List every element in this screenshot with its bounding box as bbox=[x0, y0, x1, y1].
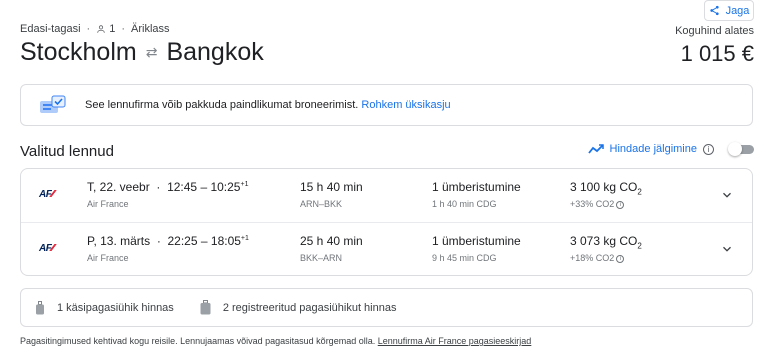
flight-route: BKK–ARN bbox=[300, 253, 343, 263]
baggage-footer: Pagasitingimused kehtivad kogu reisile. … bbox=[20, 336, 531, 346]
trip-type: Edasi-tagasi bbox=[20, 23, 81, 35]
layover-info: 1 h 40 min CDG bbox=[432, 199, 497, 209]
cabin-class: Äriklass bbox=[131, 23, 170, 35]
notice-text-line: See lennufirma võib pakkuda paindlikumat… bbox=[85, 99, 451, 111]
separator-dot: · bbox=[121, 23, 126, 35]
info-icon[interactable]: i bbox=[616, 200, 625, 209]
notice-text: See lennufirma võib pakkuda paindlikumat… bbox=[85, 99, 359, 111]
time-separator: – bbox=[200, 234, 211, 248]
carry-on-text: 1 käsipagasiühik hinnas bbox=[57, 301, 174, 314]
swap-arrows-icon: ⇄ bbox=[145, 44, 158, 60]
air-france-logo: AF⁄⁄ bbox=[39, 243, 54, 254]
emissions-subscript: 2 bbox=[637, 241, 642, 251]
day-offset: +1 bbox=[240, 181, 249, 188]
person-icon bbox=[97, 25, 105, 33]
info-icon[interactable]: i bbox=[616, 254, 625, 263]
price-tracking[interactable]: Hindade jälgimine i bbox=[587, 142, 754, 156]
departure-time: 22:25 bbox=[167, 234, 198, 248]
flight-date: T, 22. veebr bbox=[87, 180, 150, 194]
separator-dot: · bbox=[153, 180, 164, 194]
passenger-number: 1 bbox=[109, 23, 116, 35]
price-tracking-label: Hindade jälgimine bbox=[609, 143, 697, 155]
flight-route: ARN–BKK bbox=[300, 199, 343, 209]
emissions-delta-text: +18% CO2 bbox=[570, 253, 615, 263]
emissions-delta-text: +33% CO2 bbox=[570, 199, 615, 209]
flight-date: P, 13. märts bbox=[87, 234, 151, 248]
flight-times: T, 22. veebr · 12:45 – 10:25+1 bbox=[87, 180, 248, 194]
total-price: 1 015 € bbox=[680, 41, 754, 66]
route-title: Stockholm ⇄ Bangkok bbox=[20, 38, 264, 67]
airline-name: Air France bbox=[87, 253, 129, 263]
carry-on-bag-icon bbox=[36, 300, 44, 314]
checked-bag-item: 2 registreeritud pagasiühikut hinnas bbox=[200, 300, 397, 315]
emissions-subscript: 2 bbox=[637, 187, 642, 197]
trip-meta: Edasi-tagasi · 1 · Äriklass bbox=[20, 23, 170, 35]
baggage-info: 1 käsipagasiühik hinnas 2 registreeritud… bbox=[20, 288, 753, 327]
footer-text: Pagasitingimused kehtivad kogu reisile. … bbox=[20, 336, 376, 346]
share-label: Jaga bbox=[725, 4, 750, 17]
chevron-down-icon[interactable] bbox=[720, 188, 734, 202]
destination-city: Bangkok bbox=[166, 38, 264, 66]
arrival-time: 10:25 bbox=[210, 180, 241, 194]
arrival-time: 18:05 bbox=[210, 234, 241, 248]
flight-row[interactable]: AF⁄⁄ T, 22. veebr · 12:45 – 10:25+1 Air … bbox=[21, 169, 752, 223]
share-icon bbox=[709, 5, 719, 16]
separator-dot: · bbox=[86, 23, 91, 35]
flight-row[interactable]: AF⁄⁄ P, 13. märts · 22:25 – 18:05+1 Air … bbox=[21, 223, 752, 277]
booking-notice: See lennufirma võib pakkuda paindlikumat… bbox=[20, 84, 753, 126]
day-offset: +1 bbox=[240, 235, 249, 242]
share-button[interactable]: Jaga bbox=[704, 0, 754, 21]
checked-bag-text: 2 registreeritud pagasiühikut hinnas bbox=[222, 301, 397, 314]
separator-dot: · bbox=[153, 234, 165, 248]
passenger-count: 1 bbox=[96, 23, 115, 35]
emissions-value: 3 073 kg CO bbox=[570, 234, 638, 248]
flight-duration: 25 h 40 min bbox=[300, 234, 363, 248]
selected-flights-heading: Valitud lennud bbox=[20, 143, 114, 160]
price-trend-icon bbox=[587, 144, 604, 154]
chevron-down-icon[interactable] bbox=[720, 242, 734, 256]
emissions-delta: +18% CO2 i bbox=[570, 253, 625, 263]
emissions: 3 073 kg CO2 bbox=[570, 234, 642, 251]
baggage-policy-link[interactable]: Lennufirma Air France pagasieeskirjad bbox=[378, 336, 532, 346]
departure-time: 12:45 bbox=[167, 180, 198, 194]
total-price-label: Koguhind alates bbox=[675, 25, 754, 37]
flight-stops: 1 ümberistumine bbox=[432, 180, 521, 194]
time-separator: – bbox=[200, 180, 211, 194]
emissions: 3 100 kg CO2 bbox=[570, 180, 642, 197]
origin-city: Stockholm bbox=[20, 38, 137, 66]
more-details-link[interactable]: Rohkem üksikasju bbox=[361, 99, 450, 111]
carry-on-item: 1 käsipagasiühik hinnas bbox=[35, 300, 174, 315]
flight-stops: 1 ümberistumine bbox=[432, 234, 521, 248]
checked-bag-icon bbox=[200, 300, 211, 315]
toggle-knob bbox=[728, 142, 742, 156]
airline-name: Air France bbox=[87, 199, 129, 209]
booking-options-icon bbox=[39, 95, 67, 115]
layover-info: 9 h 45 min CDG bbox=[432, 253, 497, 263]
air-france-logo: AF⁄⁄ bbox=[39, 189, 54, 200]
selected-flights-card: AF⁄⁄ T, 22. veebr · 12:45 – 10:25+1 Air … bbox=[20, 168, 753, 276]
emissions-delta: +33% CO2 i bbox=[570, 199, 625, 209]
emissions-value: 3 100 kg CO bbox=[570, 180, 638, 194]
info-icon[interactable]: i bbox=[703, 143, 714, 155]
price-tracking-toggle[interactable] bbox=[728, 142, 754, 156]
flight-duration: 15 h 40 min bbox=[300, 180, 363, 194]
flight-times: P, 13. märts · 22:25 – 18:05+1 bbox=[87, 234, 249, 248]
